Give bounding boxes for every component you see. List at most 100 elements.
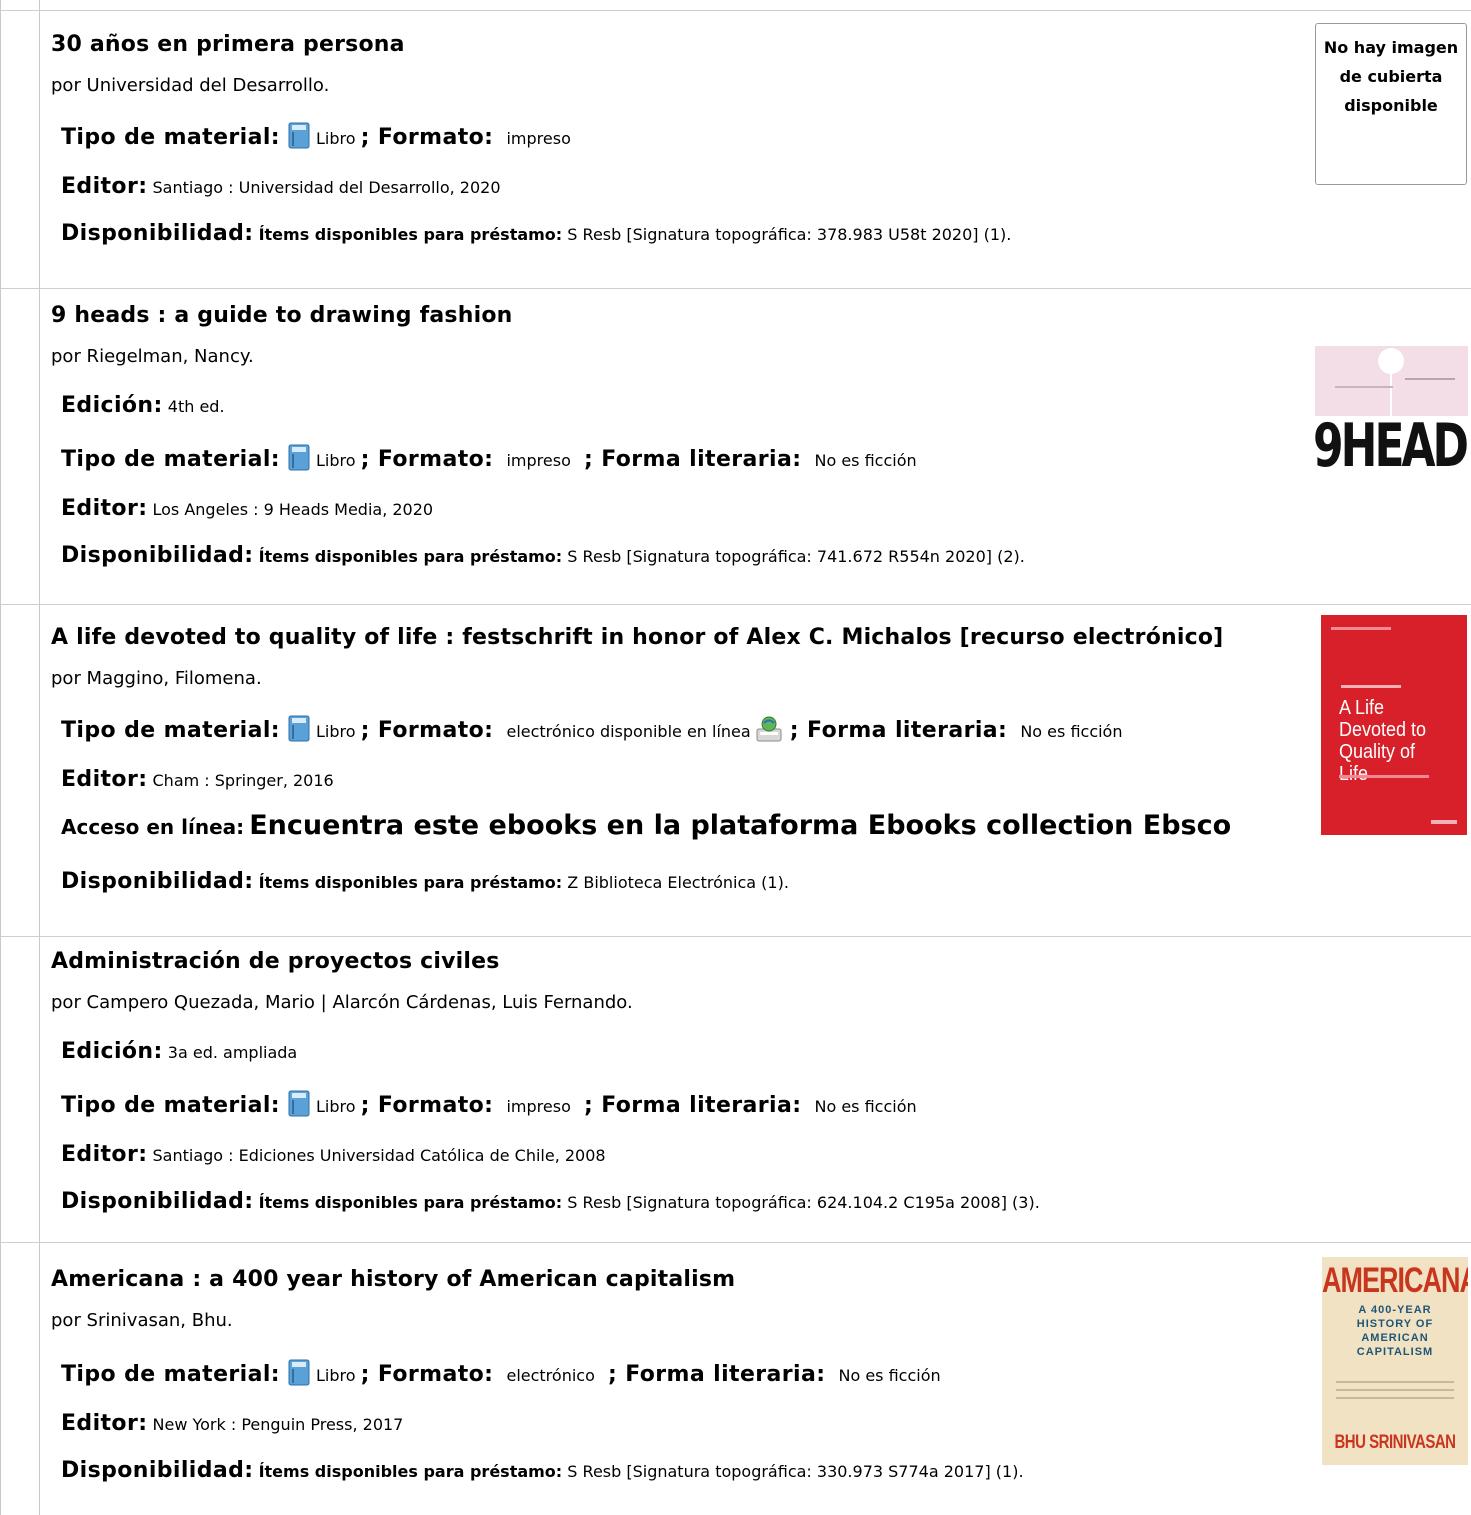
availability-value: S Resb [Signatura topográfica: 378.983 U… xyxy=(567,225,1012,244)
result-row: Americana : a 400 year history of Americ… xyxy=(0,1242,1471,1515)
record-title-link[interactable]: Administración de proyectos civiles xyxy=(51,949,500,974)
record-title-link[interactable]: 9 heads : a guide to drawing fashion xyxy=(51,303,513,328)
format-label: ; Formato: xyxy=(360,1093,494,1118)
literary-form-value: No es ficción xyxy=(814,451,917,470)
material-type-label: Tipo de material: xyxy=(61,125,280,150)
availability-sublabel: Ítems disponibles para préstamo: xyxy=(258,225,563,244)
material-type-value: Libro xyxy=(315,1366,356,1385)
publisher-label: Editor: xyxy=(61,1411,148,1436)
availability-sublabel: Ítems disponibles para préstamo: xyxy=(258,547,563,566)
book-icon xyxy=(288,715,310,742)
format-value: impreso xyxy=(506,1097,571,1116)
material-type-line: Tipo de material: Libro ; Formato: impres… xyxy=(61,1090,917,1118)
edition-line: Edición: 3a ed. ampliada xyxy=(61,1039,297,1064)
book-cover-image[interactable]: AMERICANA A 400-YEAR HISTORY OF AMERICAN… xyxy=(1322,1257,1468,1465)
book-icon xyxy=(288,1090,310,1117)
format-label: ; Formato: xyxy=(360,125,494,150)
record-title-link[interactable]: Americana : a 400 year history of Americ… xyxy=(51,1267,735,1292)
format-label: ; Formato: xyxy=(360,1362,494,1387)
record-author-link[interactable]: por Srinivasan, Bhu. xyxy=(51,1310,233,1331)
availability-line: Disponibilidad: Ítems disponibles para p… xyxy=(61,543,1025,568)
cover-title-text: AMERICANA xyxy=(1322,1261,1468,1300)
material-type-label: Tipo de material: xyxy=(61,718,280,743)
online-access-label: Acceso en línea: xyxy=(61,815,245,839)
availability-value: S Resb [Signatura topográfica: 624.104.2… xyxy=(567,1193,1040,1212)
book-icon xyxy=(288,122,310,149)
edition-line: Edición: 4th ed. xyxy=(61,393,225,418)
record-author-link[interactable]: por Maggino, Filomena. xyxy=(51,668,262,689)
literary-form-label: ; Forma literaria: xyxy=(583,1093,802,1118)
material-type-value: Libro xyxy=(315,129,356,148)
availability-label: Disponibilidad: xyxy=(61,869,254,894)
literary-form-label: ; Forma literaria: xyxy=(607,1362,826,1387)
cover-title-text: 9HEADS xyxy=(1315,412,1468,481)
format-value: impreso xyxy=(506,451,571,470)
material-type-value: Libro xyxy=(315,451,356,470)
edition-value: 4th ed. xyxy=(167,397,225,416)
publisher-line: Editor: Santiago : Ediciones Universidad… xyxy=(61,1142,606,1167)
ebsco-ebook-link[interactable]: Encuentra este ebooks en la plataforma E… xyxy=(249,810,1231,841)
format-label: ; Formato: xyxy=(360,718,494,743)
availability-line: Disponibilidad: Ítems disponibles para p… xyxy=(61,869,789,894)
material-type-label: Tipo de material: xyxy=(61,1362,280,1387)
availability-sublabel: Ítems disponibles para préstamo: xyxy=(258,1193,563,1212)
availability-value: Z Biblioteca Electrónica (1). xyxy=(567,873,789,892)
publisher-value: Santiago : Ediciones Universidad Católic… xyxy=(152,1146,606,1165)
edition-label: Edición: xyxy=(61,393,163,418)
edition-label: Edición: xyxy=(61,1039,163,1064)
availability-label: Disponibilidad: xyxy=(61,543,254,568)
format-label: ; Formato: xyxy=(360,447,494,472)
record-author-link[interactable]: por Campero Quezada, Mario | Alarcón Cár… xyxy=(51,992,633,1013)
availability-sublabel: Ítems disponibles para préstamo: xyxy=(258,873,563,892)
results-table: 30 años en primera persona por Universid… xyxy=(0,0,1471,1515)
literary-form-label: ; Forma literaria: xyxy=(583,447,802,472)
availability-line: Disponibilidad: Ítems disponibles para p… xyxy=(61,221,1011,246)
publisher-value: New York : Penguin Press, 2017 xyxy=(152,1415,404,1434)
publisher-label: Editor: xyxy=(61,496,148,521)
format-value: electrónico xyxy=(506,1366,595,1385)
format-value: impreso xyxy=(506,129,571,148)
material-type-line: Tipo de material: Libro ; Formato: impres… xyxy=(61,444,917,472)
record-title-link[interactable]: 30 años en primera persona xyxy=(51,32,405,57)
cover-title-text: A Life Devoted to Quality of Life xyxy=(1339,697,1427,785)
publisher-label: Editor: xyxy=(61,174,148,199)
cover-subtitle-text: A 400-YEAR HISTORY OF AMERICAN CAPITALIS… xyxy=(1356,1304,1434,1358)
record-author-link[interactable]: por Riegelman, Nancy. xyxy=(51,346,254,367)
book-cover-image[interactable]: A Life Devoted to Quality of Life xyxy=(1321,615,1467,835)
record-author-link[interactable]: por Universidad del Desarrollo. xyxy=(51,75,329,96)
material-type-label: Tipo de material: xyxy=(61,447,280,472)
result-row: 30 años en primera persona por Universid… xyxy=(0,10,1471,288)
material-type-line: Tipo de material: Libro ; Formato: electr… xyxy=(61,715,1122,743)
publisher-line: Editor: Santiago : Universidad del Desar… xyxy=(61,174,501,199)
online-computer-icon xyxy=(755,715,783,743)
material-type-value: Libro xyxy=(315,1097,356,1116)
availability-line: Disponibilidad: Ítems disponibles para p… xyxy=(61,1189,1040,1214)
publisher-line: Editor: New York : Penguin Press, 2017 xyxy=(61,1411,403,1436)
publisher-value: Los Angeles : 9 Heads Media, 2020 xyxy=(152,500,434,519)
book-icon xyxy=(288,1359,310,1386)
record-title-link[interactable]: A life devoted to quality of life : fest… xyxy=(51,625,1223,650)
material-type-line: Tipo de material: Libro ; Formato: electr… xyxy=(61,1359,941,1387)
book-cover-image[interactable]: 9HEADS xyxy=(1315,346,1468,511)
literary-form-value: No es ficción xyxy=(814,1097,917,1116)
availability-label: Disponibilidad: xyxy=(61,1458,254,1483)
cover-author-text: BHU SRINIVASAN xyxy=(1334,1431,1456,1454)
publisher-line: Editor: Los Angeles : 9 Heads Media, 202… xyxy=(61,496,433,521)
publisher-label: Editor: xyxy=(61,1142,148,1167)
availability-label: Disponibilidad: xyxy=(61,221,254,246)
availability-value: S Resb [Signatura topográfica: 741.672 R… xyxy=(567,547,1025,566)
edition-value: 3a ed. ampliada xyxy=(167,1043,298,1062)
availability-sublabel: Ítems disponibles para préstamo: xyxy=(258,1462,563,1481)
format-value: electrónico disponible en línea xyxy=(506,722,751,741)
literary-form-value: No es ficción xyxy=(838,1366,941,1385)
material-type-label: Tipo de material: xyxy=(61,1093,280,1118)
no-cover-placeholder: No hay imagen de cubierta disponible xyxy=(1315,23,1467,185)
publisher-value: Cham : Springer, 2016 xyxy=(152,771,334,790)
material-type-value: Libro xyxy=(315,722,356,741)
availability-label: Disponibilidad: xyxy=(61,1189,254,1214)
literary-form-value: No es ficción xyxy=(1020,722,1123,741)
book-icon xyxy=(288,444,310,471)
publisher-line: Editor: Cham : Springer, 2016 xyxy=(61,767,334,792)
availability-line: Disponibilidad: Ítems disponibles para p… xyxy=(61,1458,1024,1483)
result-row: Administración de proyectos civiles por … xyxy=(0,936,1471,1242)
